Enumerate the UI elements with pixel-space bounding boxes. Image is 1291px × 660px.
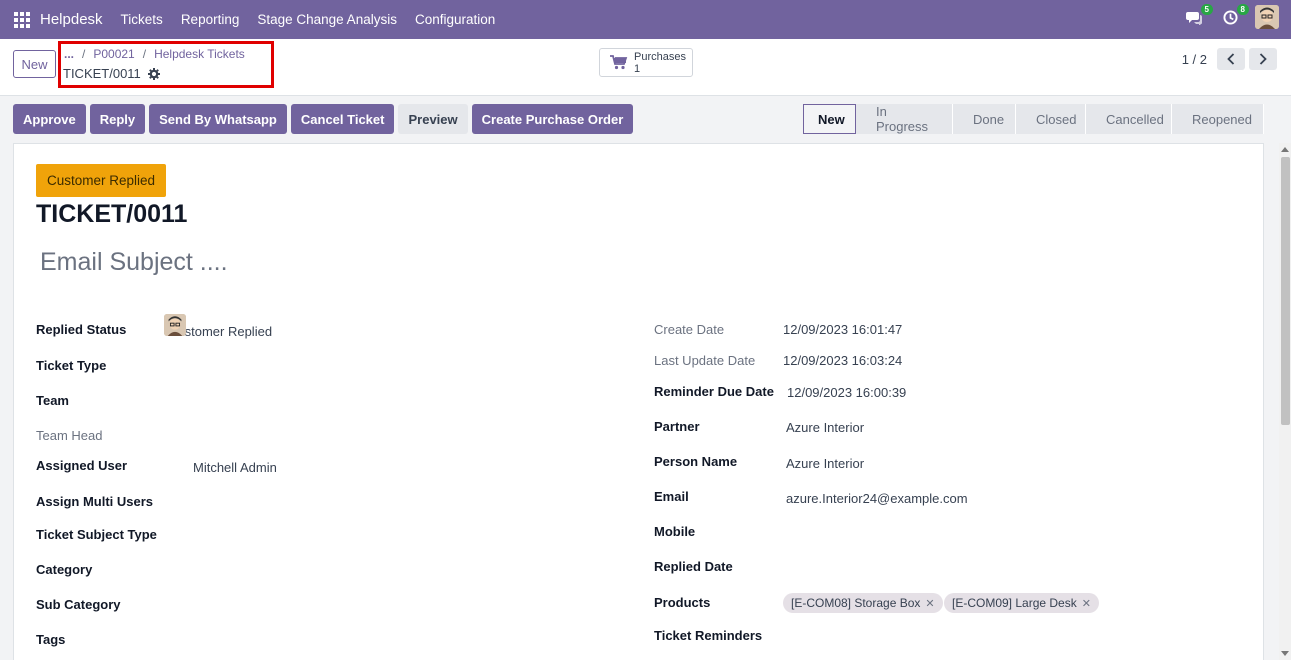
send-by-whatsapp-button[interactable]: Send By Whatsapp [149,104,287,134]
menu-tickets[interactable]: Tickets [121,12,163,27]
remove-tag-icon[interactable]: ✕ [925,597,934,610]
ticket-type-label: Ticket Type [36,358,107,373]
scrollbar-thumb[interactable] [1281,157,1290,425]
breadcrumb: ... / P00021 / Helpdesk Tickets [64,47,245,61]
cart-icon [610,55,628,70]
form-sheet: Customer Replied TICKET/0011 Email Subje… [13,143,1264,660]
activity-badge: 8 [1236,4,1249,15]
menu-configuration[interactable]: Configuration [415,12,495,27]
replied-status-label: Replied Status [36,322,127,337]
pager: 1 / 2 [1182,48,1277,70]
user-avatar[interactable] [1255,5,1279,29]
replied-date-label: Replied Date [654,559,733,574]
smart-button-count: 1 [634,62,641,75]
scroll-down-icon[interactable] [1281,651,1289,656]
last-update-date-value: 12/09/2023 16:03:24 [783,353,903,368]
stage-reopened[interactable]: Reopened [1172,104,1264,134]
chevron-left-icon [1227,53,1235,65]
vertical-scrollbar[interactable] [1279,143,1291,660]
approve-button[interactable]: Approve [13,104,86,134]
new-button[interactable]: New [13,50,56,78]
smart-button-label: Purchases [634,50,686,63]
stage-in-progress[interactable]: In Progress [856,104,953,134]
breadcrumb-item-helpdesk-tickets[interactable]: Helpdesk Tickets [154,47,245,61]
last-update-date-label: Last Update Date [654,353,756,368]
messages-systray[interactable]: 5 [1183,4,1213,28]
cancel-ticket-button[interactable]: Cancel Ticket [290,104,395,134]
messages-badge: 5 [1200,4,1213,15]
email-value[interactable]: azure.Interior24@example.com [786,491,968,506]
gear-icon[interactable] [147,67,160,80]
breadcrumb-item-p00021[interactable]: P00021 [93,47,134,61]
top-navbar: Helpdesk Tickets Reporting Stage Change … [0,0,1291,39]
email-subject-input[interactable]: Email Subject .... [40,248,228,277]
reply-button[interactable]: Reply [89,104,146,134]
category-label: Category [36,562,93,577]
person-name-value[interactable]: Azure Interior [786,456,864,471]
remove-tag-icon[interactable]: ✕ [1082,597,1091,610]
purchases-smart-button[interactable]: Purchases 1 [599,48,693,77]
person-name-label: Person Name [654,454,738,469]
menu-stage-change-analysis[interactable]: Stage Change Analysis [257,12,397,27]
action-buttons: Approve Reply Send By Whatsapp Cancel Ti… [13,104,634,134]
product-tag-label: [E-COM09] Large Desk [952,596,1077,610]
breadcrumb-current: TICKET/0011 [63,66,160,81]
email-label: Email [654,489,689,504]
activity-systray[interactable]: 8 [1219,4,1249,28]
stage-statusbar: New In Progress Done Closed Cancelled Re… [803,104,1264,134]
create-purchase-order-button[interactable]: Create Purchase Order [471,104,634,134]
breadcrumb-separator: / [142,47,147,61]
menu-reporting[interactable]: Reporting [181,12,240,27]
chevron-right-icon [1259,53,1267,65]
create-date-value: 12/09/2023 16:01:47 [783,322,903,337]
preview-button[interactable]: Preview [398,104,468,134]
breadcrumb-ellipsis[interactable]: ... [64,47,74,61]
breadcrumb-current-label: TICKET/0011 [63,66,141,81]
stage-closed[interactable]: Closed [1016,104,1086,134]
chat-icon [1186,11,1202,25]
pager-next-button[interactable] [1249,48,1277,70]
reminder-due-date-label: Reminder Due Date [654,384,774,399]
partner-value[interactable]: Azure Interior [786,420,864,435]
team-head-label: Team Head [36,428,103,443]
mobile-label: Mobile [654,524,696,539]
products-label: Products [654,595,711,610]
assign-multi-users-label: Assign Multi Users [36,494,154,509]
control-panel: New ... / P00021 / Helpdesk Tickets TICK… [0,39,1291,96]
create-date-label: Create Date [654,322,725,337]
stage-new[interactable]: New [803,104,856,134]
app-brand[interactable]: Helpdesk [40,11,103,28]
ticket-subject-type-label: Ticket Subject Type [36,527,157,542]
product-tag-label: [E-COM08] Storage Box [791,596,921,610]
pager-value[interactable]: 1 / 2 [1182,52,1207,67]
breadcrumb-separator: / [82,47,86,61]
assigned-user-label: Assigned User [36,458,128,473]
assigned-user-avatar [164,314,186,336]
team-label: Team [36,393,69,408]
product-tag: [E-COM08] Storage Box ✕ [783,593,943,613]
partner-label: Partner [654,419,700,434]
sub-category-label: Sub Category [36,597,121,612]
app-menu-icon[interactable] [14,11,30,28]
clock-icon [1222,9,1238,25]
assigned-user-value[interactable]: Mitchell Admin [193,460,277,475]
stage-cancelled[interactable]: Cancelled [1086,104,1172,134]
product-tag: [E-COM09] Large Desk ✕ [944,593,1099,613]
stage-done[interactable]: Done [953,104,1016,134]
tags-label: Tags [36,632,66,647]
ticket-title: TICKET/0011 [36,200,188,228]
reminder-due-date-value[interactable]: 12/09/2023 16:00:39 [787,385,906,400]
status-badge: Customer Replied [36,164,167,197]
scroll-up-icon[interactable] [1281,147,1289,152]
pager-previous-button[interactable] [1217,48,1245,70]
ticket-reminders-label: Ticket Reminders [654,628,763,643]
